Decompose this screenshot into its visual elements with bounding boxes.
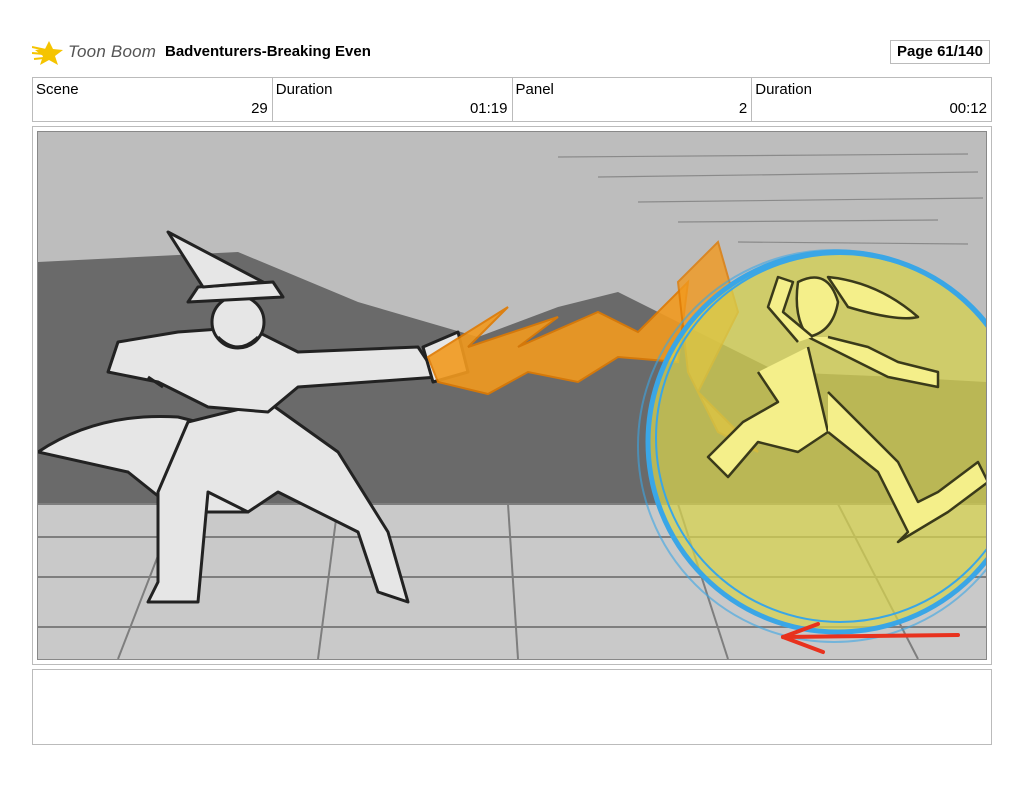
panel-value: 2: [738, 100, 748, 117]
scene-duration-label: Duration: [275, 81, 333, 98]
panel-duration-value: 00:12: [949, 100, 987, 117]
storyboard-sketch-image: [37, 131, 987, 660]
storyboard-panel-frame: [32, 126, 992, 665]
panel-duration-cell: Duration 00:12: [752, 78, 991, 121]
panel-duration-label: Duration: [755, 81, 812, 98]
toon-boom-logo: Toon Boom: [32, 36, 156, 68]
panel-label: Panel: [515, 81, 554, 98]
sketch-drawing: [38, 132, 986, 659]
comet-logo-icon: [32, 41, 63, 65]
document-title: Badventurers-Breaking Even: [165, 43, 371, 60]
panel-info-row: Scene 29 Duration 01:19 Panel 2 Duration…: [32, 77, 992, 122]
panel-notes-box: [32, 669, 992, 745]
scene-label: Scene: [36, 81, 79, 98]
scene-cell: Scene 29: [33, 78, 273, 121]
page-indicator: Page 61/140: [890, 40, 990, 64]
scene-duration-value: 01:19: [469, 100, 508, 117]
scene-duration-cell: Duration 01:19: [273, 78, 513, 121]
panel-cell: Panel 2: [513, 78, 753, 121]
logo-text: Toon Boom: [68, 42, 157, 61]
scene-value: 29: [251, 100, 268, 117]
